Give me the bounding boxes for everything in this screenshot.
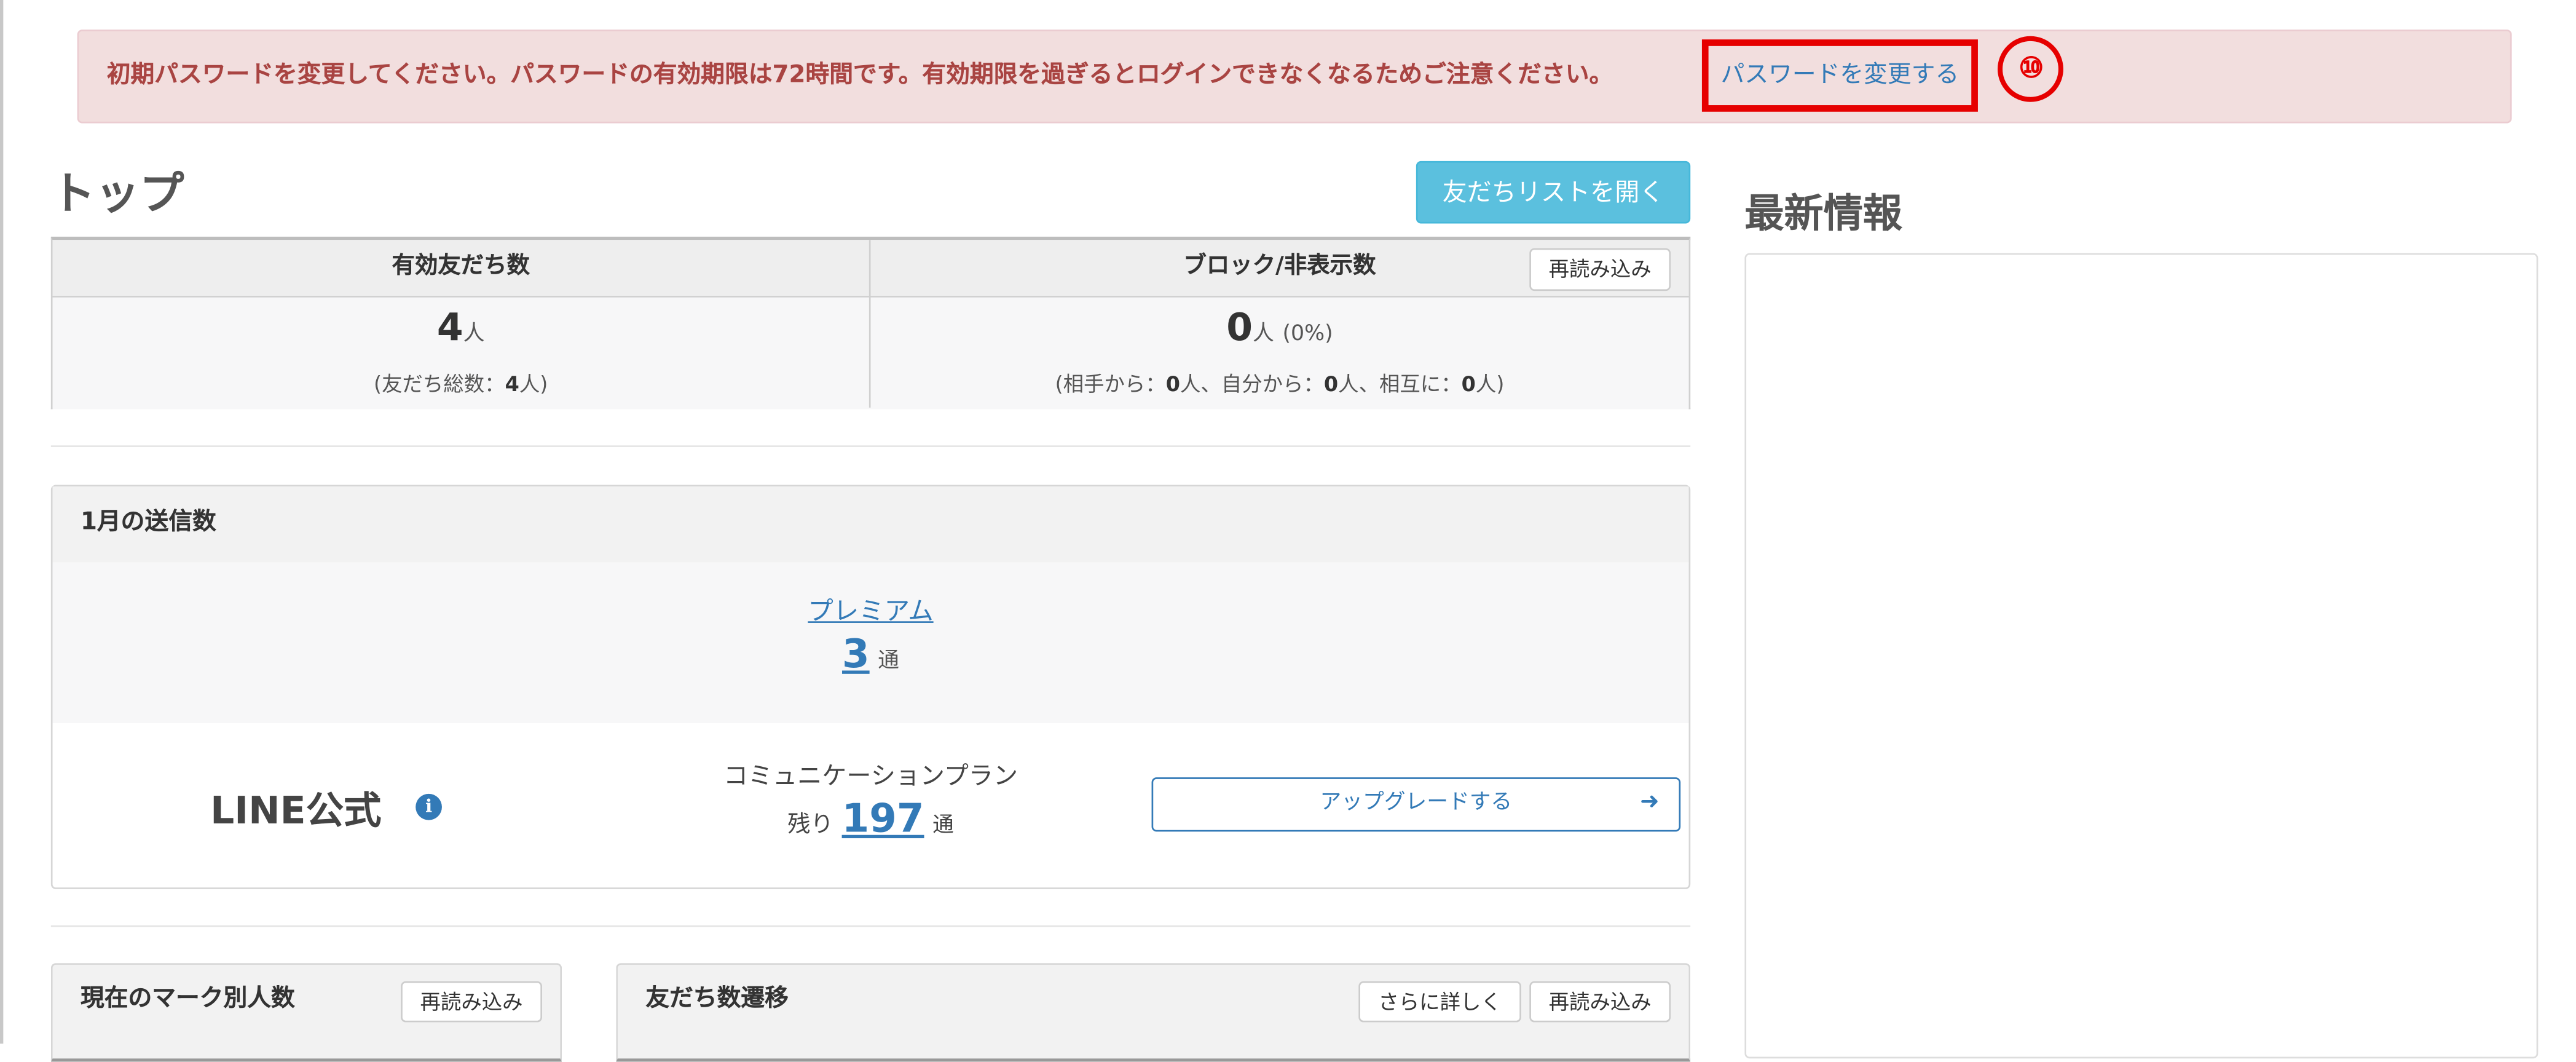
alert-message: 初期パスワードを変更してください。パスワードの有効期限は72時間です。有効期限を… [106, 62, 1613, 89]
blocked-from-them: 0 [1165, 371, 1181, 397]
arrow-right-icon: ➜ [1640, 788, 1660, 815]
premium-unit: 通 [878, 649, 900, 674]
total-friends-suffix: 人) [519, 371, 548, 397]
remaining-count: 残り 197 通 [685, 796, 1057, 842]
remaining-label: 残り [787, 812, 833, 839]
divider [50, 925, 1691, 927]
total-friends-note: (友だち総数：4人) [53, 367, 869, 398]
blocked-percent: (0%) [1282, 322, 1333, 347]
marks-title: 現在のマーク別人数 [80, 986, 295, 1013]
breakdown-mid1: 人、自分から： [1180, 371, 1324, 397]
blocked-value: 0 [1226, 307, 1253, 351]
blocked-count: 0人 (0%) [871, 307, 1689, 350]
plan-name: コミュニケーションプラン [723, 761, 1018, 791]
info-icon[interactable]: i [416, 793, 442, 820]
remaining-unit: 通 [932, 813, 954, 839]
reload-marks-button[interactable]: 再読み込み [401, 981, 542, 1023]
step-marker: ⑩ [1998, 36, 2063, 102]
premium-link[interactable]: プレミアム [808, 596, 933, 626]
active-friends-unit: 人 [463, 322, 485, 347]
breakdown-close: 人) [1475, 371, 1505, 397]
open-friends-list-button[interactable]: 友だちリストを開く [1416, 160, 1691, 224]
premium-value[interactable]: 3 [842, 631, 870, 677]
blocked-breakdown: (相手から：0人、自分から：0人、相互に：0人) [871, 367, 1689, 398]
trend-title: 友だち数遷移 [645, 986, 789, 1013]
total-friends-prefix: (友だち総数： [374, 371, 505, 397]
blocked-from-me: 0 [1323, 371, 1339, 397]
trend-more-button[interactable]: さらに詳しく [1358, 981, 1521, 1023]
premium-count: 3 通 [53, 631, 1689, 677]
friend-trend-panel: 友だち数遷移 さらに詳しく 再読み込み [616, 963, 1691, 1062]
premium-section: プレミアム 3 通 [52, 562, 1689, 723]
total-friends-value: 4 [505, 371, 519, 397]
reload-blocked-button[interactable]: 再読み込み [1529, 248, 1671, 291]
marks-panel: 現在のマーク別人数 再読み込み [50, 963, 562, 1062]
news-title: 最新情報 [1744, 191, 1902, 237]
divider [50, 445, 1691, 447]
breakdown-open: (相手から： [1055, 371, 1166, 397]
monthly-send-header: 1月の送信数 [52, 486, 1689, 564]
change-password-link[interactable]: パスワードを変更する [1709, 46, 1972, 105]
blocked-unit: 人 [1253, 322, 1274, 347]
breakdown-mid2: 人、相互に： [1338, 371, 1462, 397]
password-alert: 初期パスワードを変更してください。パスワードの有効期限は72時間です。有効期限を… [77, 30, 2512, 124]
page-title: トップ [50, 169, 184, 221]
news-box [1744, 253, 2539, 1059]
friend-stats-table: 有効友だち数 ブロック/非表示数 再読み込み 4人 (友だち総数：4人) 0人 … [50, 236, 1691, 410]
active-friends-header: 有効友だち数 [392, 253, 530, 280]
reload-trend-button[interactable]: 再読み込み [1529, 981, 1671, 1023]
line-official-label: LINE公式 [210, 779, 381, 835]
line-official-text: LINE公式 [210, 790, 382, 834]
active-friends-value: 4 [436, 307, 463, 351]
remaining-value[interactable]: 197 [842, 796, 924, 842]
premium-label-wrap: プレミアム [53, 592, 1689, 628]
highlight-box: パスワードを変更する [1701, 39, 1978, 112]
upgrade-button[interactable]: アップグレードする ➜ [1151, 777, 1681, 832]
column-divider [869, 240, 871, 408]
upgrade-label: アップグレードする [1320, 790, 1513, 815]
blocked-mutual: 0 [1461, 371, 1476, 397]
active-friends-count: 4人 [53, 307, 869, 350]
monthly-send-title: 1月の送信数 [80, 509, 216, 536]
